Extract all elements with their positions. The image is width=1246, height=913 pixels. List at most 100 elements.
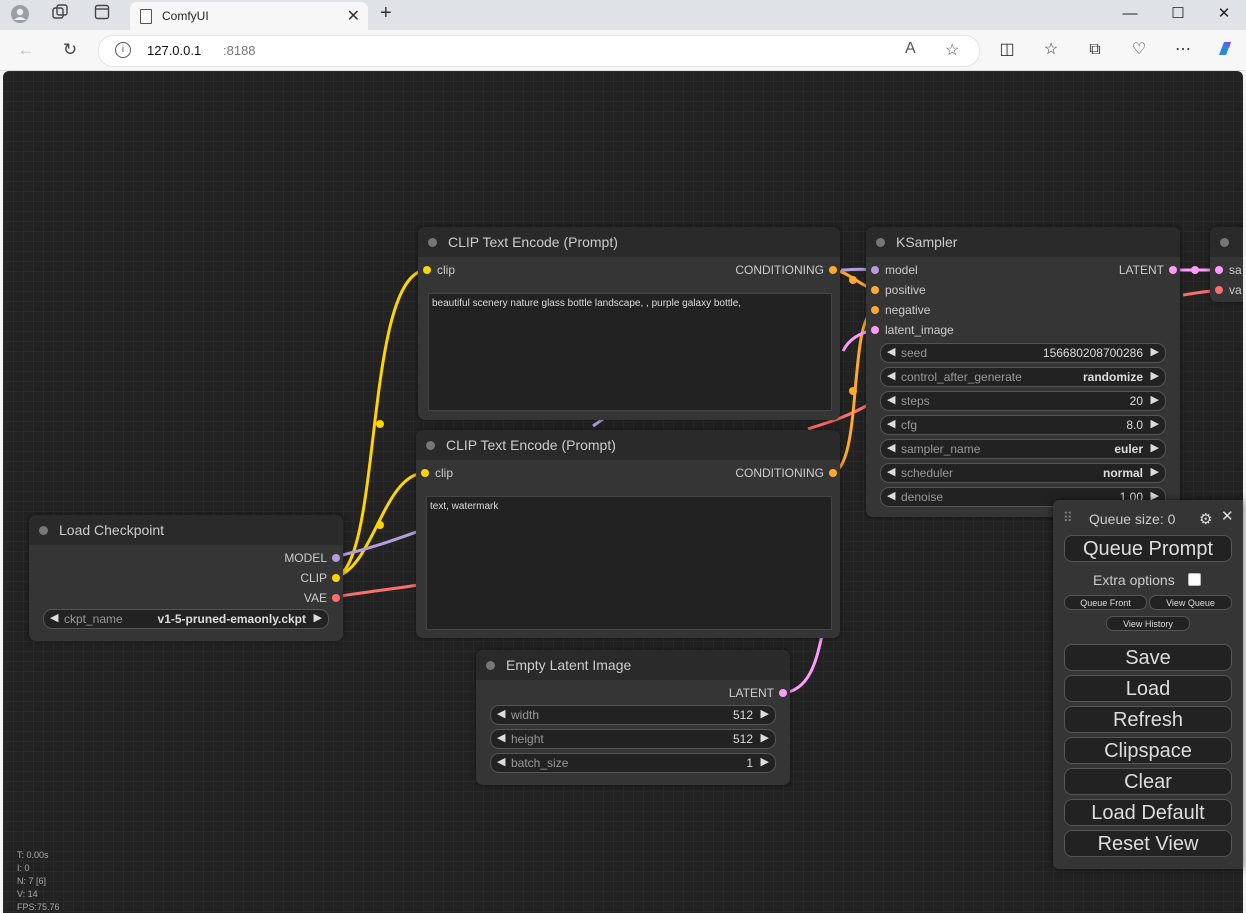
clear-button[interactable]: Clear xyxy=(1064,768,1232,795)
collapse-dot[interactable] xyxy=(486,661,495,670)
more-icon[interactable]: ⋯ xyxy=(1170,39,1196,61)
collapse-dot[interactable] xyxy=(1220,238,1229,247)
collapse-dot[interactable] xyxy=(39,526,48,535)
model-output-slot[interactable] xyxy=(332,554,340,562)
decrement-arrow-icon[interactable]: ◀ xyxy=(497,731,505,744)
increment-arrow-icon[interactable]: ▶ xyxy=(1151,417,1159,430)
vae-input-slot[interactable] xyxy=(1215,286,1223,294)
ckpt-name-widget[interactable]: ◀ ckpt_name v1-5-pruned-emaonly.ckpt ▶ xyxy=(43,609,329,629)
prompt-textarea[interactable]: beautiful scenery nature glass bottle la… xyxy=(428,293,832,411)
node-title-bar[interactable]: CLIP Text Encode (Prompt) xyxy=(418,227,840,257)
node-title-bar[interactable]: KSampler xyxy=(866,227,1180,257)
save-button[interactable]: Save xyxy=(1064,644,1232,671)
latent-output-slot[interactable] xyxy=(1169,266,1177,274)
view-history-button[interactable]: View History xyxy=(1106,616,1190,631)
decrement-arrow-icon[interactable]: ◀ xyxy=(497,707,505,720)
increment-arrow-icon[interactable]: ▶ xyxy=(314,611,322,624)
clip-output-slot[interactable] xyxy=(332,574,340,582)
node-empty-latent-image[interactable]: Empty Latent Image LATENT ◀ width 512 ▶ … xyxy=(476,650,790,785)
model-input-slot[interactable] xyxy=(871,266,879,274)
increment-arrow-icon[interactable]: ▶ xyxy=(1151,369,1159,382)
split-screen-icon[interactable]: ◫ xyxy=(994,39,1020,61)
clip-input-slot[interactable] xyxy=(421,469,429,477)
queue-front-button[interactable]: Queue Front xyxy=(1064,595,1147,610)
performance-icon[interactable]: ♡ xyxy=(1126,39,1152,61)
samples-input-slot[interactable] xyxy=(1215,266,1223,274)
increment-arrow-icon[interactable]: ▶ xyxy=(1151,393,1159,406)
increment-arrow-icon[interactable]: ▶ xyxy=(761,707,769,720)
node-clip-text-encode-negative[interactable]: CLIP Text Encode (Prompt) clip CONDITION… xyxy=(416,430,840,638)
reload-icon[interactable]: ↻ xyxy=(58,39,82,61)
read-aloud-icon[interactable]: A xyxy=(905,40,916,58)
node-ksampler[interactable]: KSampler model LATENT positive negative … xyxy=(866,227,1180,517)
decrement-arrow-icon[interactable]: ◀ xyxy=(887,489,895,502)
clipspace-button[interactable]: Clipspace xyxy=(1064,737,1232,764)
decrement-arrow-icon[interactable]: ◀ xyxy=(887,465,895,478)
workspaces-icon[interactable] xyxy=(48,4,72,26)
vae-output-slot[interactable] xyxy=(332,594,340,602)
positive-input-slot[interactable] xyxy=(871,286,879,294)
extra-options-checkbox[interactable] xyxy=(1188,573,1201,586)
increment-arrow-icon[interactable]: ▶ xyxy=(1151,441,1159,454)
drag-handle-icon[interactable]: ⠿ xyxy=(1063,510,1073,526)
decrement-arrow-icon[interactable]: ◀ xyxy=(50,611,58,624)
conditioning-output-slot[interactable] xyxy=(829,266,837,274)
gear-icon[interactable]: ⚙ xyxy=(1199,510,1212,528)
scheduler-widget[interactable]: ◀ scheduler normal ▶ xyxy=(880,463,1166,483)
cfg-widget[interactable]: ◀ cfg 8.0 ▶ xyxy=(880,415,1166,435)
conditioning-output-slot[interactable] xyxy=(829,469,837,477)
increment-arrow-icon[interactable]: ▶ xyxy=(1151,345,1159,358)
increment-arrow-icon[interactable]: ▶ xyxy=(1151,465,1159,478)
load-default-button[interactable]: Load Default xyxy=(1064,799,1232,826)
minimize-icon[interactable]: — xyxy=(1110,3,1150,25)
collapse-dot[interactable] xyxy=(428,238,437,247)
back-icon[interactable]: ← xyxy=(14,39,38,61)
clip-input-slot[interactable] xyxy=(423,266,431,274)
refresh-button[interactable]: Refresh xyxy=(1064,706,1232,733)
prompt-textarea[interactable]: text, watermark xyxy=(426,496,832,630)
tab-actions-icon[interactable] xyxy=(90,4,114,26)
decrement-arrow-icon[interactable]: ◀ xyxy=(887,369,895,382)
node-title-bar[interactable]: Empty Latent Image xyxy=(476,650,790,680)
queue-prompt-button[interactable]: Queue Prompt xyxy=(1064,535,1232,562)
node-vae-decode[interactable]: sa va xyxy=(1210,227,1243,302)
favorites-icon[interactable]: ☆ xyxy=(1038,39,1064,61)
width-widget[interactable]: ◀ width 512 ▶ xyxy=(490,705,776,725)
view-queue-button[interactable]: View Queue xyxy=(1149,595,1232,610)
new-tab-icon[interactable]: + xyxy=(380,2,392,25)
decrement-arrow-icon[interactable]: ◀ xyxy=(887,441,895,454)
maximize-icon[interactable]: ☐ xyxy=(1158,3,1198,25)
collapse-dot[interactable] xyxy=(876,238,885,247)
steps-widget[interactable]: ◀ steps 20 ▶ xyxy=(880,391,1166,411)
node-title-bar[interactable]: Load Checkpoint xyxy=(29,515,343,545)
decrement-arrow-icon[interactable]: ◀ xyxy=(497,755,505,768)
latent-image-input-slot[interactable] xyxy=(871,326,879,334)
node-clip-text-encode-positive[interactable]: CLIP Text Encode (Prompt) clip CONDITION… xyxy=(418,227,840,420)
decrement-arrow-icon[interactable]: ◀ xyxy=(887,417,895,430)
increment-arrow-icon[interactable]: ▶ xyxy=(761,755,769,768)
node-title-bar[interactable]: CLIP Text Encode (Prompt) xyxy=(416,430,840,460)
height-widget[interactable]: ◀ height 512 ▶ xyxy=(490,729,776,749)
close-icon[interactable]: ✕ xyxy=(1221,507,1234,525)
node-load-checkpoint[interactable]: Load Checkpoint MODEL CLIP VAE ◀ ckpt_na… xyxy=(29,515,343,641)
favorite-star-icon[interactable]: ☆ xyxy=(945,40,959,60)
batch-size-widget[interactable]: ◀ batch_size 1 ▶ xyxy=(490,753,776,773)
close-window-icon[interactable]: ✕ xyxy=(1204,3,1244,25)
reset-view-button[interactable]: Reset View xyxy=(1064,830,1232,857)
collections-icon[interactable]: ⧉ xyxy=(1082,39,1108,61)
decrement-arrow-icon[interactable]: ◀ xyxy=(887,345,895,358)
latent-output-slot[interactable] xyxy=(779,689,787,697)
sampler-name-widget[interactable]: ◀ sampler_name euler ▶ xyxy=(880,439,1166,459)
increment-arrow-icon[interactable]: ▶ xyxy=(761,731,769,744)
address-bar[interactable]: i 127.0.0.1 :8188 A ☆ xyxy=(98,35,980,67)
decrement-arrow-icon[interactable]: ◀ xyxy=(887,393,895,406)
negative-input-slot[interactable] xyxy=(871,306,879,314)
node-title-bar[interactable] xyxy=(1210,227,1243,257)
profile-icon[interactable] xyxy=(8,4,32,26)
close-tab-icon[interactable]: ✕ xyxy=(347,6,360,26)
load-button[interactable]: Load xyxy=(1064,675,1232,702)
browser-tab[interactable]: ComfyUI ✕ xyxy=(130,2,368,30)
seed-widget[interactable]: ◀ seed 156680208700286 ▶ xyxy=(880,343,1166,363)
collapse-dot[interactable] xyxy=(426,441,435,450)
info-icon[interactable]: i xyxy=(115,42,131,58)
